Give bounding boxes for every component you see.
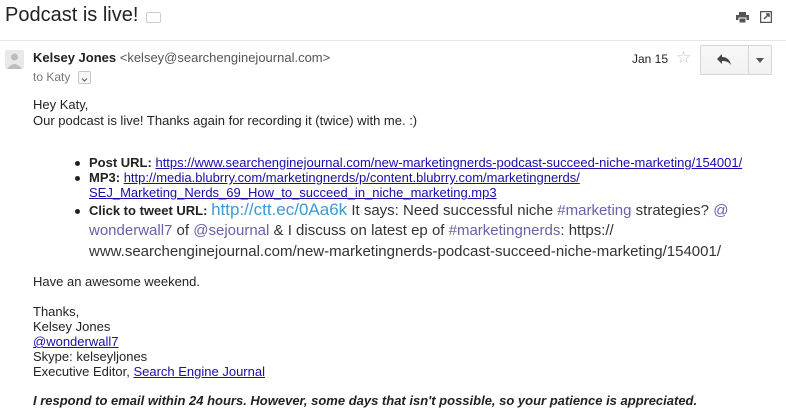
signature-skype: Skype: kelseyljones [33, 349, 148, 364]
reply-button-group[interactable] [700, 45, 772, 75]
sender-name: Kelsey Jones [33, 50, 117, 65]
recipient-line: to Katy [33, 70, 71, 84]
tweet-text: of [172, 222, 194, 239]
tweet-item-line3: www.searchenginejournal.com/new-marketin… [89, 243, 721, 260]
tweet-label: Click to tweet URL: [89, 203, 208, 218]
tweet-text: : https:// [560, 222, 614, 239]
mention-at[interactable]: @ [713, 202, 728, 219]
reply-icon[interactable] [716, 53, 732, 66]
tweet-item: Click to tweet URL: http://ctt.ec/0Aa6k … [89, 200, 728, 220]
greeting: Hey Katy, [33, 97, 89, 112]
tweet-url-text: www.searchenginejournal.com/new-marketin… [89, 243, 721, 260]
tweet-text: & I discuss on latest ep of [269, 222, 449, 239]
signature-handle-line: @wonderwall7 [33, 334, 118, 349]
star-icon[interactable]: ☆ [676, 49, 691, 66]
signature-handle-link[interactable]: @wonderwall7 [33, 334, 118, 349]
mp3-label: MP3: [89, 170, 121, 185]
signature-title-line: Executive Editor, Search Engine Journal [33, 364, 265, 379]
email-subject: Podcast is live! [5, 4, 139, 26]
tweet-link[interactable]: http://ctt.ec/0Aa6k [211, 200, 347, 219]
mp3-link[interactable]: http://media.blubrry.com/marketingnerds/… [124, 170, 580, 185]
hashtag-marketing[interactable]: #marketing [557, 202, 631, 219]
recipient-details-dropdown[interactable] [78, 71, 91, 84]
signature-title: Executive Editor, [33, 364, 134, 379]
post-url-link[interactable]: https://www.searchenginejournal.com/new-… [155, 155, 742, 170]
signature-name: Kelsey Jones [33, 319, 111, 334]
more-options-icon[interactable] [756, 58, 764, 63]
signature-company-link[interactable]: Search Engine Journal [133, 364, 265, 379]
subject-bar: Podcast is live! [0, 0, 786, 41]
mp3-link-continued[interactable]: SEJ_Marketing_Nerds_69_How_to_succeed_in… [89, 185, 497, 200]
sender-email: <kelsey@searchenginejournal.com> [119, 50, 331, 65]
label-tag-icon[interactable] [146, 12, 161, 23]
signature-thanks: Thanks, [33, 304, 80, 319]
open-in-new-window-icon[interactable] [760, 11, 772, 23]
sender-avatar [5, 50, 24, 69]
tweet-text: strategies? [631, 202, 714, 219]
intro-text: Our podcast is live! Thanks again for re… [33, 113, 418, 128]
tweet-item-line2: wonderwall7 of @sejournal & I discuss on… [89, 222, 614, 239]
bullet-icon [75, 176, 80, 181]
mention-sejournal[interactable]: @sejournal [193, 222, 269, 239]
mention-wonderwall7[interactable]: wonderwall7 [89, 222, 172, 239]
print-icon[interactable] [736, 12, 749, 23]
post-url-label: Post URL: [89, 155, 152, 170]
bullet-icon [75, 209, 80, 214]
tweet-text: It says: Need successful niche [347, 202, 558, 219]
reply-button-separator [748, 46, 749, 74]
bullet-icon [75, 161, 80, 166]
response-time-note: I respond to email within 24 hours. Howe… [33, 393, 698, 408]
mp3-item-continued: SEJ_Marketing_Nerds_69_How_to_succeed_in… [89, 185, 497, 200]
chevron-down-icon [81, 78, 88, 82]
closing-text: Have an awesome weekend. [33, 274, 200, 289]
hashtag-marketingnerds[interactable]: #marketingnerds [449, 222, 561, 239]
email-date: Jan 15 [632, 52, 669, 66]
sender-line: Kelsey Jones <kelsey@searchenginejournal… [33, 50, 330, 65]
post-url-item: Post URL: https://www.searchenginejourna… [89, 155, 742, 170]
mp3-item: MP3: http://media.blubrry.com/marketingn… [89, 170, 580, 185]
